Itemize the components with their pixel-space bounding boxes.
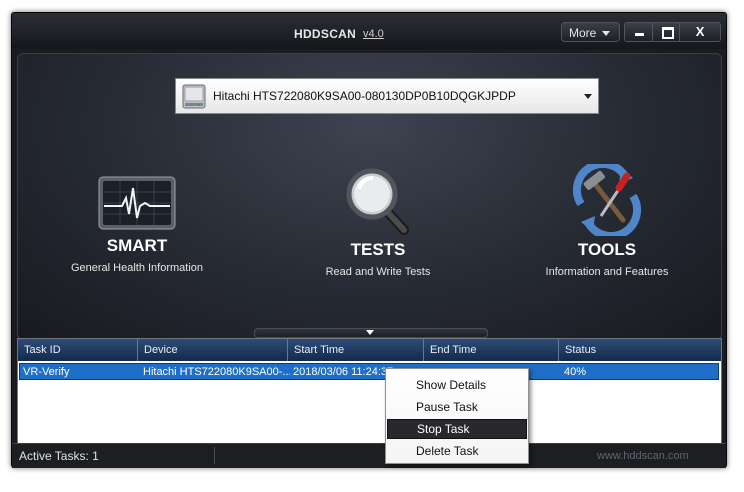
column-header-task-id[interactable]: Task ID xyxy=(18,339,138,361)
drive-select[interactable]: Hitachi HTS722080K9SA00-080130DP0B10DQGK… xyxy=(175,78,599,114)
chevron-down-icon xyxy=(602,31,610,36)
panel-expander[interactable] xyxy=(254,328,488,338)
expand-arrow-icon xyxy=(366,330,374,335)
close-button[interactable]: X xyxy=(680,23,720,41)
window-controls: X xyxy=(624,22,721,42)
hard-drive-icon xyxy=(182,84,206,109)
task-list-header: Task ID Device Start Time End Time Statu… xyxy=(18,339,721,361)
column-header-start-time[interactable]: Start Time xyxy=(288,339,424,361)
heart-monitor-icon xyxy=(98,176,176,230)
task-list[interactable]: Task ID Device Start Time End Time Statu… xyxy=(17,338,722,444)
cell-task-id: VR-Verify xyxy=(23,366,70,378)
title-bar[interactable]: HDDSCAN v4.0 More X xyxy=(12,13,726,49)
dropdown-arrow-icon[interactable] xyxy=(584,94,592,99)
version-link[interactable]: v4.0 xyxy=(363,28,384,40)
drive-name: Hitachi HTS722080K9SA00-080130DP0B10DQGK… xyxy=(213,89,516,103)
menu-item-stop-task[interactable]: Stop Task xyxy=(387,419,527,439)
active-tasks-count: Active Tasks: 1 xyxy=(19,449,99,463)
smart-description: General Health Information xyxy=(70,262,204,274)
tests-description: Read and Write Tests xyxy=(325,266,431,278)
status-bar: Active Tasks: 1 www.hddscan.com xyxy=(12,443,726,468)
status-divider xyxy=(214,447,215,464)
maximize-button[interactable] xyxy=(652,23,681,41)
more-button[interactable]: More xyxy=(561,22,620,42)
website-label: www.hddscan.com xyxy=(597,450,689,462)
menu-item-delete-task[interactable]: Delete Task xyxy=(387,441,527,461)
main-panel: Hitachi HTS722080K9SA00-080130DP0B10DQGK… xyxy=(17,53,722,340)
menu-item-pause-task[interactable]: Pause Task xyxy=(387,397,527,417)
maximize-icon xyxy=(661,27,674,39)
menu-item-show-details[interactable]: Show Details xyxy=(387,375,527,395)
context-menu: Show Details Pause Task Stop Task Delete… xyxy=(385,368,529,464)
tools-description: Information and Features xyxy=(545,266,669,278)
smart-button[interactable]: SMART General Health Information xyxy=(37,176,237,274)
app-window: HDDSCAN v4.0 More X Hitachi HTS722080K9S… xyxy=(11,12,727,468)
minimize-button[interactable] xyxy=(625,23,653,41)
tests-title: TESTS xyxy=(350,240,406,259)
column-header-device[interactable]: Device xyxy=(138,339,288,361)
tools-button[interactable]: TOOLS Information and Features xyxy=(507,164,707,278)
more-label: More xyxy=(569,26,597,40)
cell-status: 40% xyxy=(564,366,587,378)
minimize-icon xyxy=(635,33,644,36)
column-header-end-time[interactable]: End Time xyxy=(424,339,559,361)
tests-button[interactable]: TESTS Read and Write Tests xyxy=(278,164,478,278)
magnifier-icon xyxy=(346,168,409,235)
table-row[interactable]: VR-Verify Hitachi HTS722080K9SA00-... 20… xyxy=(19,363,719,380)
tools-title: TOOLS xyxy=(577,240,637,259)
hammer-screwdriver-icon xyxy=(572,164,642,236)
column-header-status[interactable]: Status xyxy=(559,339,721,361)
close-icon: X xyxy=(695,24,705,39)
app-title: HDDSCAN xyxy=(294,27,357,41)
smart-title: SMART xyxy=(106,236,168,255)
cell-device: Hitachi HTS722080K9SA00-... xyxy=(143,366,290,378)
